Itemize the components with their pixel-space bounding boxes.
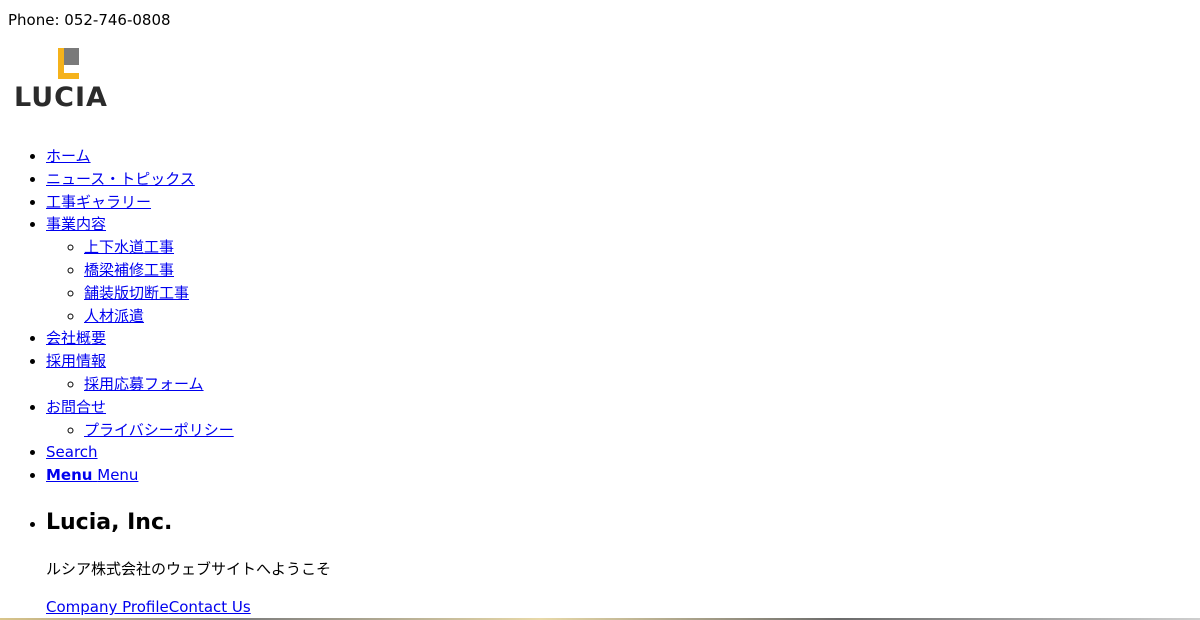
nav-link-home[interactable]: ホーム	[46, 147, 91, 165]
submenu-recruit: 採用応募フォーム	[46, 373, 234, 396]
page: Phone: 052-746-0808 LUCIA ホーム ニュース・トピックス…	[0, 0, 1200, 620]
search-link[interactable]: Search	[46, 443, 98, 461]
nav-link-company[interactable]: 会社概要	[46, 329, 106, 347]
phone-number: Phone: 052-746-0808	[8, 11, 171, 29]
menu-toggle-label: Menu	[97, 466, 139, 485]
nav-item-home: ホーム	[46, 145, 234, 168]
nav-item-company: 会社概要	[46, 327, 234, 350]
nav-item-menu: Menu Menu	[46, 464, 234, 487]
nav-link-gallery[interactable]: 工事ギャラリー	[46, 193, 151, 211]
nav-link-business[interactable]: 事業内容	[46, 215, 106, 233]
logo-icon: LUCIA	[14, 48, 108, 113]
subnav-link-staffing[interactable]: 人材派遣	[84, 307, 144, 325]
nav-item-gallery: 工事ギャラリー	[46, 191, 234, 214]
hero-links: Company ProfileContact Us	[46, 595, 331, 619]
subnav-link-apply-form[interactable]: 採用応募フォーム	[84, 375, 204, 393]
subnav-item: 舗装版切断工事	[84, 282, 234, 305]
submenu-contact: プライバシーポリシー	[46, 419, 234, 442]
nav-item-news: ニュース・トピックス	[46, 168, 234, 191]
nav-item-contact: お問合せ プライバシーポリシー	[46, 396, 234, 442]
nav-item-search: Search	[46, 441, 234, 464]
hero-slide-list: Lucia, Inc. ルシア株式会社のウェブサイトへようこそ Company …	[0, 505, 331, 619]
subnav-link-paving[interactable]: 舗装版切断工事	[84, 284, 189, 302]
nav-item-business: 事業内容 上下水道工事 橋梁補修工事 舗装版切断工事 人材派遣	[46, 213, 234, 327]
menu-toggle-bold: Menu	[46, 466, 93, 485]
subnav-item: 上下水道工事	[84, 236, 234, 259]
nav-link-recruit[interactable]: 採用情報	[46, 352, 106, 370]
subnav-item: 採用応募フォーム	[84, 373, 234, 396]
subnav-item: プライバシーポリシー	[84, 419, 234, 442]
contact-us-link[interactable]: Contact Us	[169, 598, 251, 616]
logo-text: LUCIA	[14, 82, 108, 110]
site-logo[interactable]: LUCIA	[14, 48, 144, 113]
subnav-item: 人材派遣	[84, 305, 234, 328]
nav-link-contact[interactable]: お問合せ	[46, 398, 106, 416]
hero-slide: Lucia, Inc. ルシア株式会社のウェブサイトへようこそ Company …	[46, 505, 331, 619]
nav-item-recruit: 採用情報 採用応募フォーム	[46, 350, 234, 396]
company-profile-link[interactable]: Company Profile	[46, 598, 169, 616]
subnav-item: 橋梁補修工事	[84, 259, 234, 282]
hero-subtitle: ルシア株式会社のウェブサイトへようこそ	[46, 560, 332, 578]
main-nav: ホーム ニュース・トピックス 工事ギャラリー 事業内容 上下水道工事 橋梁補修工…	[0, 145, 234, 487]
nav-link-news[interactable]: ニュース・トピックス	[46, 170, 195, 188]
subnav-link-bridge[interactable]: 橋梁補修工事	[84, 261, 174, 279]
submenu-business: 上下水道工事 橋梁補修工事 舗装版切断工事 人材派遣	[46, 236, 234, 327]
menu-toggle-button[interactable]: Menu Menu	[46, 466, 138, 484]
hero-title: Lucia, Inc.	[46, 510, 173, 535]
subnav-link-privacy[interactable]: プライバシーポリシー	[84, 421, 234, 439]
subnav-link-water[interactable]: 上下水道工事	[84, 238, 174, 256]
